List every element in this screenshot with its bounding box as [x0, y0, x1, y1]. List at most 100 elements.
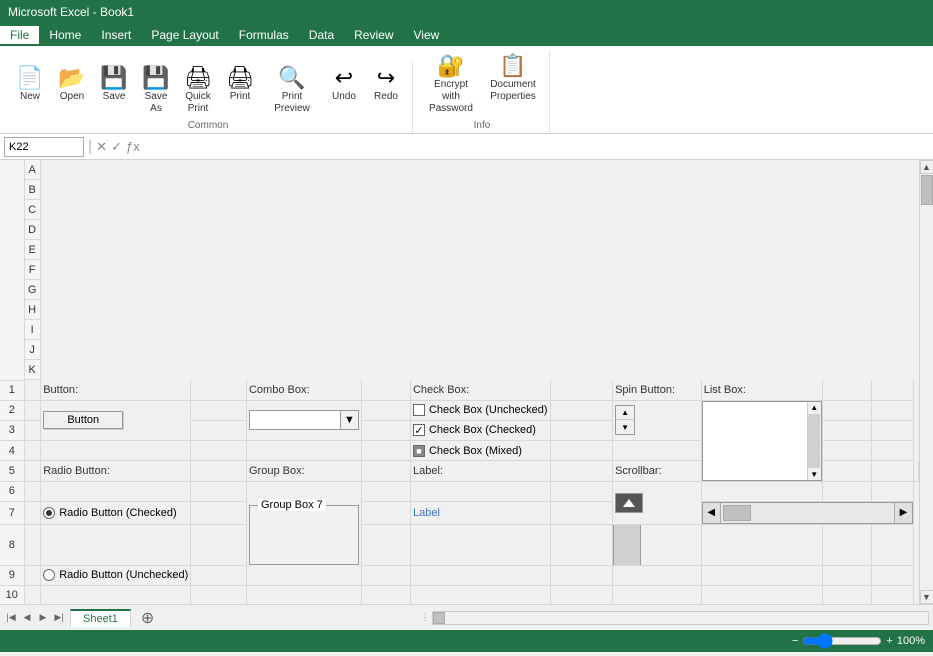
cell-k8[interactable] — [871, 524, 913, 565]
cancel-icon[interactable]: ✕ — [96, 139, 107, 155]
col-header-j[interactable]: J — [25, 340, 41, 360]
cell-i8[interactable] — [701, 524, 822, 565]
cell-f3[interactable]: ✓ Check Box (Checked) — [410, 420, 550, 440]
open-button[interactable]: 📂 Open — [52, 64, 92, 116]
grid-inner[interactable]: A B C D E F G H I J K — [0, 160, 919, 604]
cell-f5[interactable]: Label: — [410, 461, 550, 481]
cell-j2[interactable] — [822, 400, 871, 420]
cell-i2[interactable]: ▲ ▼ — [701, 400, 822, 481]
checkbox-box-2[interactable]: ✓ — [413, 424, 425, 436]
cell-a8[interactable] — [24, 524, 41, 565]
encrypt-button[interactable]: 🔐 Encrypt with Password — [421, 52, 481, 118]
cell-g9[interactable] — [550, 565, 613, 585]
scroll-v-up-btn[interactable] — [616, 494, 642, 512]
cell-j4[interactable] — [822, 441, 871, 461]
col-header-e[interactable]: E — [25, 240, 41, 260]
cell-b2[interactable]: Button — [41, 400, 191, 441]
cell-j3[interactable] — [822, 420, 871, 440]
cell-b7[interactable]: Radio Button (Checked) — [41, 501, 191, 524]
zoom-slider[interactable] — [802, 633, 882, 649]
cell-b4[interactable] — [41, 441, 191, 461]
spin-up-btn[interactable]: ▲ — [616, 406, 634, 420]
cell-b1[interactable]: Button: — [41, 380, 191, 400]
cell-g2[interactable] — [550, 400, 613, 420]
cell-e9[interactable] — [361, 565, 410, 585]
col-header-b[interactable]: B — [25, 180, 41, 200]
menu-home[interactable]: Home — [39, 26, 91, 44]
sheet-next-btn[interactable]: ▶ — [36, 611, 50, 625]
cell-c2[interactable] — [191, 400, 247, 420]
grid-scroll-down[interactable]: ▼ — [920, 590, 933, 604]
cell-c6[interactable] — [191, 481, 247, 501]
scrollbar-v-widget[interactable] — [615, 493, 643, 513]
cell-g6[interactable] — [550, 481, 613, 501]
cell-a3[interactable] — [24, 420, 41, 440]
new-button[interactable]: 📄 New — [10, 64, 50, 116]
col-header-i[interactable]: I — [25, 320, 41, 340]
save-button[interactable]: 💾 Save — [94, 64, 134, 116]
cell-k1[interactable] — [871, 380, 913, 400]
h-scrollbar[interactable] — [432, 611, 929, 625]
scroll-h-right-btn[interactable]: ▶ — [894, 503, 912, 523]
cell-a9[interactable] — [24, 565, 41, 585]
col-header-h[interactable]: H — [25, 300, 41, 320]
sheet-tab-1[interactable]: Sheet1 — [70, 609, 131, 627]
grid-scroll-up[interactable]: ▲ — [920, 160, 933, 174]
cell-d5[interactable]: Group Box: — [246, 461, 361, 481]
cell-h1[interactable]: Spin Button: — [613, 380, 702, 400]
cell-e2[interactable] — [361, 400, 410, 420]
spin-down-btn[interactable]: ▼ — [616, 420, 634, 434]
listbox-scroll-up[interactable]: ▲ — [809, 402, 819, 413]
cell-a7[interactable] — [24, 501, 41, 524]
func-icon[interactable]: ƒx — [126, 139, 140, 154]
listbox-widget[interactable]: ▲ ▼ — [702, 401, 822, 481]
cell-a1[interactable] — [24, 380, 41, 400]
button-widget[interactable]: Button — [43, 411, 123, 429]
cell-c5[interactable] — [191, 461, 247, 481]
sheet-last-btn[interactable]: ▶| — [52, 611, 66, 625]
menu-data[interactable]: Data — [299, 26, 344, 44]
cell-k3[interactable] — [871, 420, 913, 440]
cell-f9[interactable] — [410, 565, 550, 585]
cell-c3[interactable] — [191, 420, 247, 440]
cell-h5[interactable]: Scrollbar: — [613, 461, 702, 481]
print-button[interactable]: 🖨 Print — [220, 64, 260, 116]
cell-g7[interactable] — [550, 501, 613, 524]
menu-view[interactable]: View — [404, 26, 450, 44]
col-header-f[interactable]: F — [25, 260, 41, 280]
print-preview-button[interactable]: 🔍 Print Preview — [262, 64, 322, 118]
cell-k9[interactable] — [871, 565, 913, 585]
cell-g5[interactable] — [550, 461, 613, 481]
cell-f1[interactable]: Check Box: — [410, 380, 550, 400]
cell-a5[interactable] — [24, 461, 41, 481]
cell-i9[interactable] — [701, 565, 822, 585]
cell-i1[interactable]: List Box: — [701, 380, 822, 400]
cell-f2[interactable]: Check Box (Unchecked) — [410, 400, 550, 420]
cell-f8[interactable] — [410, 524, 550, 565]
name-box[interactable]: K22 — [4, 137, 84, 157]
cell-e4[interactable] — [361, 441, 410, 461]
cell-g1[interactable] — [550, 380, 613, 400]
cell-k4[interactable] — [871, 441, 913, 461]
spinbutton-widget[interactable]: ▲ ▼ — [615, 405, 635, 435]
checkbox-box-3[interactable]: ■ — [413, 445, 425, 457]
cell-i7[interactable]: ◀ ▶ — [701, 501, 913, 524]
cell-f6[interactable] — [410, 481, 550, 501]
cell-e5[interactable] — [361, 461, 410, 481]
col-header-c[interactable]: C — [25, 200, 41, 220]
cell-g4[interactable] — [550, 441, 613, 461]
cell-c9[interactable] — [191, 565, 247, 585]
cell-e7[interactable] — [361, 501, 410, 524]
col-header-a[interactable]: A — [25, 160, 41, 180]
zoom-in-icon[interactable]: + — [886, 635, 892, 647]
menu-formulas[interactable]: Formulas — [229, 26, 299, 44]
cell-h6[interactable] — [613, 481, 702, 524]
scrollbar-h-widget[interactable]: ◀ ▶ — [702, 502, 913, 524]
menu-review[interactable]: Review — [344, 26, 403, 44]
cell-d4[interactable] — [246, 441, 361, 461]
cell-h9[interactable] — [613, 565, 702, 585]
checkbox-mixed[interactable]: ■ Check Box (Mixed) — [413, 445, 548, 457]
cell-j8[interactable] — [822, 524, 871, 565]
cell-i6[interactable] — [701, 481, 822, 501]
cell-c4[interactable] — [191, 441, 247, 461]
